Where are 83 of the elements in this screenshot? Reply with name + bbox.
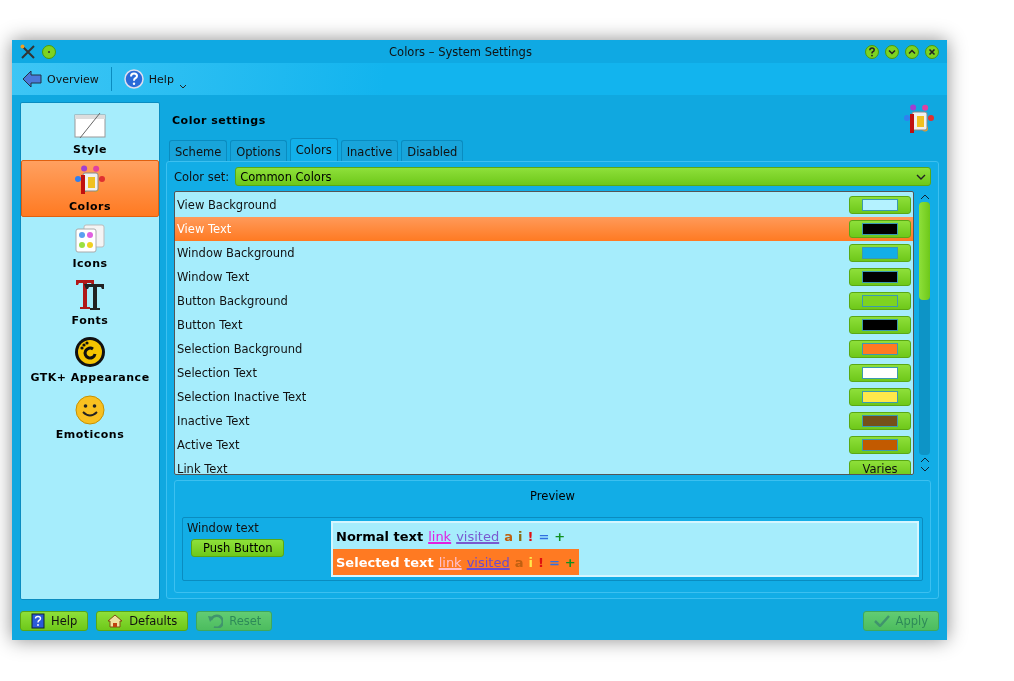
foot-logo-icon [74,336,106,368]
color-button[interactable] [849,292,911,310]
tab[interactable]: Options [230,140,287,161]
color-button[interactable] [849,412,911,430]
help-book-icon [31,613,45,629]
tab[interactable]: Colors [289,138,338,161]
color-button[interactable] [849,244,911,262]
help-icon[interactable] [865,44,879,59]
tools-icon[interactable] [20,43,36,60]
section-heading: Color settings [172,113,266,127]
sample-text: = [538,528,550,544]
sample-text: ! [537,554,544,570]
scroll-up-icon[interactable] [919,194,930,200]
sidebar-item[interactable]: Style [21,103,159,160]
color-row[interactable]: Selection Inactive Text [175,385,913,409]
back-arrow-icon [22,70,42,88]
color-button[interactable] [849,364,911,382]
help-icon [123,69,144,89]
color-row[interactable]: Active Text [175,433,913,457]
window-title: Colors – System Settings [388,44,533,59]
color-button[interactable] [849,268,911,286]
minimize-icon[interactable] [885,44,899,59]
sample-text: ! [527,528,534,544]
house-icon [107,614,124,628]
defaults-button[interactable]: Defaults [96,611,189,631]
sidebar-item[interactable]: GTK+ Appearance [21,331,159,388]
color-row[interactable]: Link Text Varies [175,457,913,474]
smiley-icon [75,395,105,425]
caret-icon [178,83,187,89]
sample-text: i [518,528,523,544]
sample-text: a [504,528,513,544]
preview-title: Preview [529,488,576,505]
scrollbar-thumb[interactable] [919,202,930,300]
color-button[interactable] [849,196,911,214]
undo-arrow-icon [207,614,224,628]
color-row[interactable]: Window Background [175,241,913,265]
push-button[interactable]: Push Button [191,539,285,557]
cards-icon [74,224,106,254]
tab[interactable]: Disabled [401,140,464,161]
paint-bucket-icon [74,165,106,197]
color-row[interactable]: Inactive Text [175,409,913,433]
color-button[interactable] [849,316,911,334]
maximize-icon[interactable] [905,44,919,59]
color-button[interactable] [849,340,911,358]
sidebar-item[interactable]: Fonts [21,274,159,331]
help-button[interactable]: Help [20,611,89,631]
help-menu-button[interactable]: Help [119,67,191,91]
color-row[interactable]: View Background [175,193,913,217]
window-icon [74,112,106,140]
color-button[interactable] [849,220,911,238]
scroll-up-icon[interactable] [919,457,930,463]
pin-dot-icon[interactable] [42,44,56,59]
scroll-down-icon[interactable] [919,466,930,472]
sidebar-item[interactable]: Emoticons [21,388,159,445]
varies-button[interactable]: Varies [849,460,911,474]
sample-text: Normal text [336,528,424,544]
color-set-dropdown[interactable]: Common Colors [235,167,931,186]
close-icon[interactable] [925,44,939,59]
tab[interactable]: Scheme [169,140,228,161]
sample-text: i [528,554,533,570]
color-row[interactable]: Selection Background [175,337,913,361]
sample-text: Selected text [336,554,434,570]
checkmark-icon [873,615,890,627]
caret-icon [916,173,926,180]
color-set-label: Color set: [174,169,230,184]
sample-text: = [548,554,560,570]
tab[interactable]: Inactive [340,140,399,161]
color-button[interactable] [849,388,911,406]
color-row[interactable]: Window Text [175,265,913,289]
sample-text: + [554,528,566,544]
sidebar-item[interactable]: Colors [21,160,159,217]
color-row[interactable]: Button Background [175,289,913,313]
color-row[interactable]: Button Text [175,313,913,337]
sample-text: a [514,554,524,570]
paint-bucket-icon [903,104,935,136]
window-text-label: Window text [187,521,260,535]
color-button[interactable] [849,436,911,454]
sample-link[interactable]: visited [456,528,500,544]
overview-button[interactable]: Overview [18,68,103,90]
sidebar-item[interactable]: Icons [21,217,159,274]
letter-t-icon [74,277,106,311]
color-row[interactable]: Selection Text [175,361,913,385]
sample-text: + [564,554,576,570]
